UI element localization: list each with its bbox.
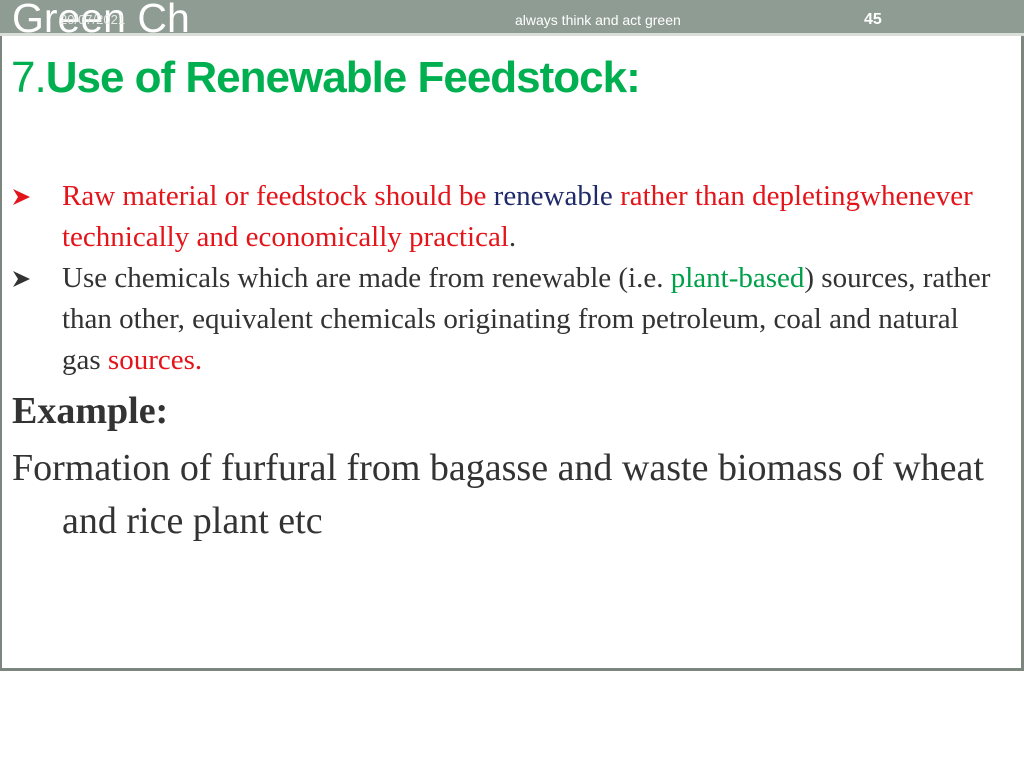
bullet-arrow-icon — [12, 258, 38, 299]
bullet-text: Use chemicals which are made from renewa… — [62, 262, 671, 294]
header-tagline: always think and act green — [515, 12, 681, 28]
bullet-item: Raw material or feedstock should be rene… — [12, 176, 1002, 258]
bullet-highlight: sources. — [107, 344, 203, 376]
bullet-text: . — [508, 221, 517, 253]
example-text: Formation of furfural from bagasse and w… — [12, 447, 984, 542]
bullet-list: Raw material or feedstock should be rene… — [12, 176, 1002, 381]
page-number: 45 — [864, 11, 882, 28]
bullet-arrow-icon — [12, 176, 38, 217]
bullet-text: Raw material or feedstock should be — [62, 180, 494, 212]
bullet-item: Use chemicals which are made from renewa… — [12, 258, 1002, 381]
slide-title-number: 7. — [11, 53, 47, 102]
header-date: 20/07/2021 — [60, 12, 126, 27]
example-label: Example: — [12, 390, 169, 432]
bullet-highlight: plant-based — [670, 262, 805, 294]
slide-title-text: Use of Renewable Feedstock: — [45, 53, 641, 102]
bullet-highlight: renewable — [493, 180, 613, 212]
slide-title: 7.Use of Renewable Feedstock: — [11, 50, 641, 106]
